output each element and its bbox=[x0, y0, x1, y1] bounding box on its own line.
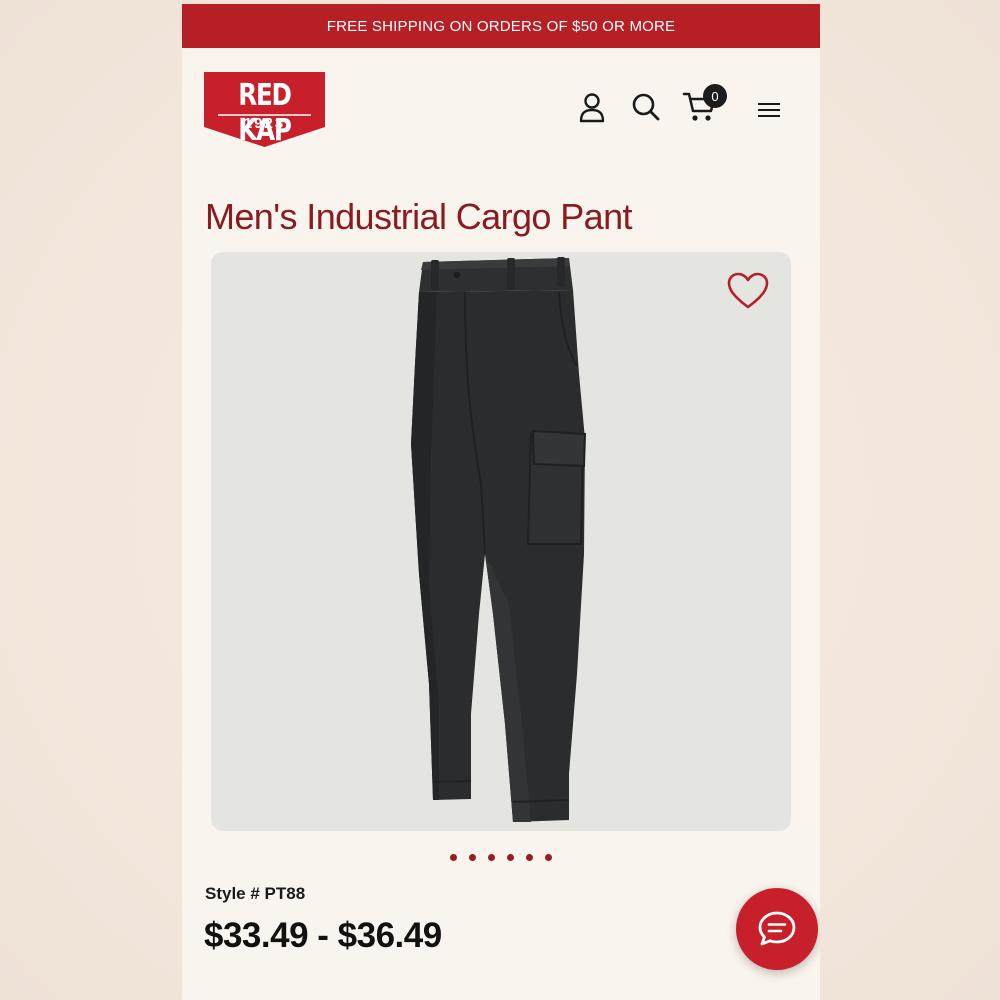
search-icon[interactable] bbox=[631, 92, 661, 122]
cart-count-badge: 0 bbox=[703, 84, 727, 108]
carousel-dot[interactable] bbox=[526, 854, 533, 861]
chat-button[interactable] bbox=[736, 888, 818, 970]
price-range: $33.49 - $36.49 bbox=[204, 916, 442, 955]
carousel-dot[interactable] bbox=[507, 854, 514, 861]
product-image-carousel[interactable] bbox=[211, 252, 791, 831]
red-kap-logo[interactable]: RED KAP 1923 bbox=[204, 72, 325, 148]
style-number: Style # PT88 bbox=[205, 884, 306, 903]
carousel-pagination bbox=[450, 854, 560, 862]
hamburger-menu-icon[interactable] bbox=[757, 100, 781, 120]
product-title: Men's Industrial Cargo Pant bbox=[205, 196, 633, 237]
mobile-page: FREE SHIPPING ON ORDERS OF $50 OR MORE R… bbox=[182, 4, 820, 1000]
wishlist-heart-icon[interactable] bbox=[727, 272, 769, 310]
carousel-dot[interactable] bbox=[469, 854, 476, 861]
logo-wordmark: RED KAP bbox=[238, 78, 292, 148]
cargo-pant-image bbox=[411, 257, 587, 822]
chat-bubble-icon bbox=[758, 911, 796, 946]
logo-year: 1923 bbox=[243, 115, 286, 132]
site-header: RED KAP 1923 0 bbox=[182, 48, 820, 158]
carousel-dot[interactable] bbox=[450, 854, 457, 861]
free-shipping-banner[interactable]: FREE SHIPPING ON ORDERS OF $50 OR MORE bbox=[182, 4, 820, 48]
carousel-dot[interactable] bbox=[545, 854, 552, 861]
account-icon[interactable] bbox=[577, 92, 607, 124]
carousel-dot[interactable] bbox=[488, 854, 495, 861]
free-shipping-text: FREE SHIPPING ON ORDERS OF $50 OR MORE bbox=[326, 17, 676, 35]
